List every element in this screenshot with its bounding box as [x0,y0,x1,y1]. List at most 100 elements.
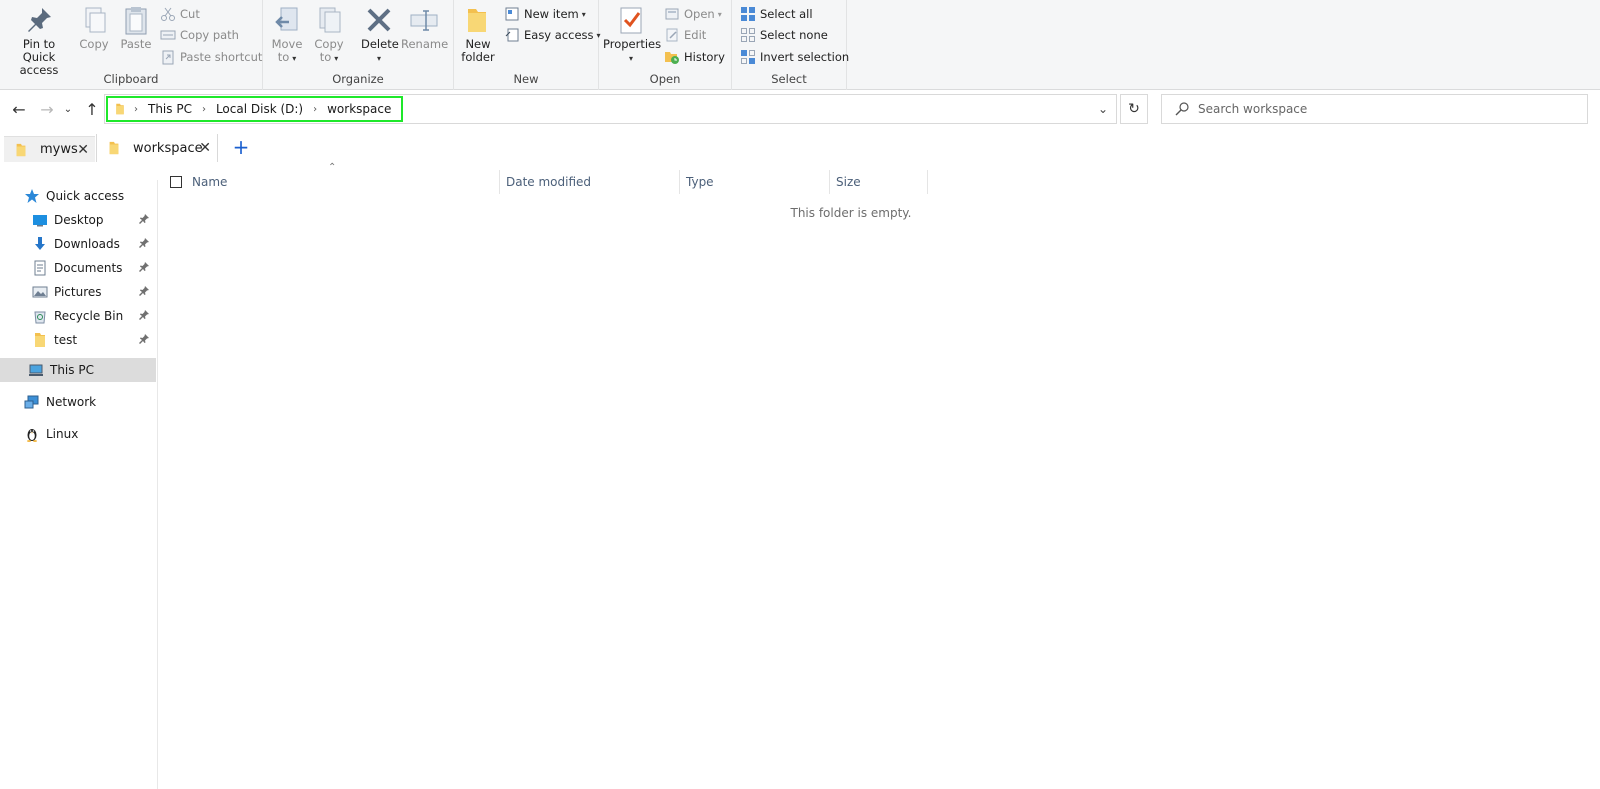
refresh-button[interactable]: ↻ [1120,94,1148,124]
paste-shortcut-label: Paste shortcut [180,50,263,64]
rename-label: Rename [401,37,449,51]
chevron-down-icon: ⌄ [63,103,73,115]
tab-workspace[interactable]: workspace ✕ [96,134,218,162]
new-folder-button[interactable]: New folder [458,4,498,64]
address-history-dropdown[interactable]: ⌄ [1090,95,1116,123]
navigation-pane: Quick access Desktop Downloads Documents… [0,180,158,789]
history-label: History [684,50,725,64]
sidebar-item-linux[interactable]: Linux [0,422,156,446]
pin-to-quick-access-button[interactable]: Pin to Quick access [6,4,72,77]
new-tab-button[interactable]: + [230,135,252,159]
rename-button[interactable]: Rename [401,4,449,51]
invert-selection-button[interactable]: Invert selection [740,47,849,67]
select-group: Select all Select none Invert selection … [732,0,849,90]
star-icon [25,189,39,203]
up-button[interactable]: ↑ [81,98,103,120]
tab-label: workspace [133,140,203,156]
scissors-icon [161,7,175,21]
file-list-view[interactable]: ⌃ Name Date modified Type Size This fold… [158,162,1600,789]
copy-to-button[interactable]: Copy to ▾ [309,4,349,65]
invert-selection-icon [741,50,755,64]
history-button[interactable]: History [664,47,725,67]
copy-icon [85,7,106,33]
forward-button[interactable]: → [36,98,58,120]
folder-icon [109,141,119,155]
new-group: New folder New item ▾ Easy access ▾ New [454,0,601,90]
select-none-button[interactable]: Select none [740,25,828,45]
paste-shortcut-button[interactable]: Paste shortcut [160,47,262,67]
column-header-label: Size [836,175,861,189]
chevron-down-icon: ⌄ [1097,102,1109,116]
column-header-type[interactable]: Type [680,170,830,194]
sidebar-item-label: test [54,333,78,347]
sidebar-item-label: Quick access [46,189,125,203]
sidebar-item-test[interactable]: test [0,328,156,352]
open-button[interactable]: Open ▾ [664,4,722,24]
invert-selection-label: Invert selection [760,50,850,64]
open-icon [665,8,679,20]
sidebar-item-label: Linux [46,427,79,441]
pin-icon[interactable] [138,285,150,297]
pin-icon [28,8,51,32]
search-box[interactable] [1161,94,1588,124]
recent-locations-button[interactable]: ⌄ [61,98,75,120]
copy-button[interactable]: Copy [76,4,112,51]
sidebar-item-label: Downloads [54,237,120,251]
delete-label: Delete [361,37,399,51]
download-arrow-icon [35,237,45,250]
back-button[interactable]: ← [8,98,30,120]
address-bar[interactable]: › This PC › Local Disk (D:) › workspace … [104,94,1117,124]
pin-icon[interactable] [138,333,150,345]
select-all-button[interactable]: Select all [740,4,813,24]
column-header-date-modified[interactable]: Date modified [500,170,680,194]
properties-button[interactable]: Properties ▾ [603,4,662,65]
properties-label: Properties [603,37,662,51]
copy-label: Copy [79,37,109,51]
organize-group: Move to ▾ Copy to ▾ Delete ▾ Rename Organi… [263,0,454,90]
sidebar-item-network[interactable]: Network [0,390,156,414]
pin-icon[interactable] [138,237,150,249]
open-group: Properties ▾ Open ▾ Edit History Open [599,0,732,90]
edit-button[interactable]: Edit [664,25,706,45]
new-item-button[interactable]: New item ▾ [504,4,586,24]
search-input[interactable] [1198,102,1578,116]
breadcrumb-this-pc[interactable]: This PC [146,102,194,116]
navigation-bar: ← → ⌄ ↑ › This PC › Local Disk (D:) › wo… [0,90,1600,130]
delete-button[interactable]: Delete ▾ [361,4,399,65]
pin-label-1: Pin to Quick [22,37,56,64]
tab-myws[interactable]: myws ✕ [4,136,95,162]
sidebar-item-downloads[interactable]: Downloads [0,232,156,256]
pin-icon[interactable] [138,261,150,273]
move-to-button[interactable]: Move to ▾ [267,4,307,65]
sidebar-item-label: Network [46,395,97,409]
sidebar-item-recycle-bin[interactable]: Recycle Bin [0,304,156,328]
history-icon [665,52,679,64]
select-all-checkbox[interactable] [170,176,182,188]
close-icon[interactable]: ✕ [199,140,211,156]
easy-access-label: Easy access [524,28,594,42]
column-header-label: Type [686,175,714,189]
select-all-label: Select all [760,7,813,21]
sidebar-item-documents[interactable]: Documents [0,256,156,280]
close-icon[interactable]: ✕ [77,142,89,158]
sidebar-item-label: Documents [54,261,123,275]
pin-icon[interactable] [138,309,150,321]
sidebar-item-pictures[interactable]: Pictures [0,280,156,304]
copy-to-label-2: to [319,50,332,64]
column-header-size[interactable]: Size [830,170,928,194]
copy-path-button[interactable]: Copy path [160,25,239,45]
folder-icon [16,143,26,156]
document-icon [34,260,46,276]
column-header-name[interactable]: Name [158,170,500,194]
paste-button[interactable]: Paste [118,4,154,51]
breadcrumb-workspace[interactable]: workspace [325,102,393,116]
breadcrumb-local-disk-d[interactable]: Local Disk (D:) [214,102,305,116]
desktop-icon [33,215,47,227]
edit-icon [666,28,678,42]
sidebar-item-label: This PC [50,363,94,377]
sidebar-item-this-pc[interactable]: This PC [0,358,156,382]
sidebar-item-quick-access[interactable]: Quick access [0,184,156,208]
cut-button[interactable]: Cut [160,4,200,24]
easy-access-button[interactable]: Easy access ▾ [504,25,601,45]
breadcrumb[interactable]: › This PC › Local Disk (D:) › workspace [106,96,404,122]
